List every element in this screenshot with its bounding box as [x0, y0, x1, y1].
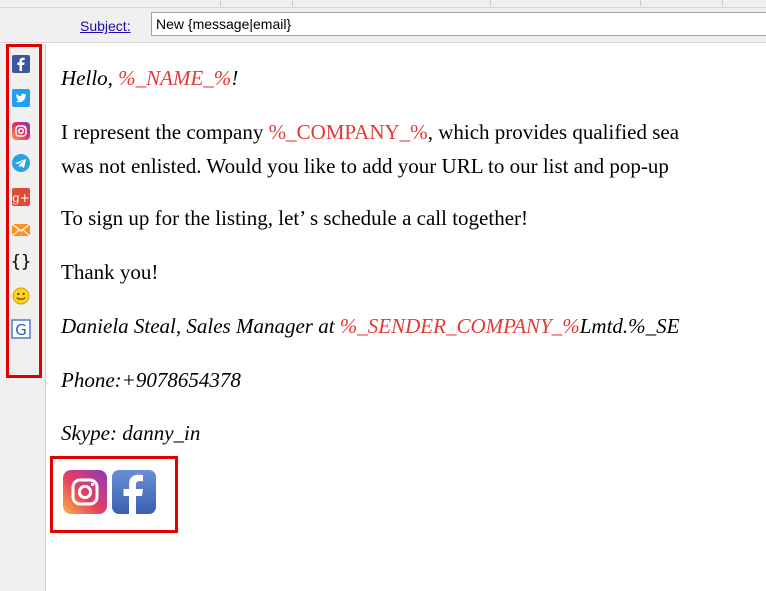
signature-rest: Lmtd.%_SE	[579, 314, 680, 338]
signature-text: Daniela Steal, Sales Manager at	[61, 314, 340, 338]
name-variable: %_NAME_%	[118, 66, 232, 90]
tab-segment[interactable]	[420, 0, 491, 6]
company-line-text: I represent the company	[61, 120, 269, 144]
tab-segment[interactable]	[0, 0, 221, 6]
toolbar-highlight-box	[6, 44, 42, 378]
thanks-line: Thank you!	[61, 260, 159, 284]
greeting-punct: !	[231, 66, 239, 90]
phone-line: Phone:+9078654378	[61, 368, 241, 392]
subject-input[interactable]	[151, 12, 766, 36]
sender-company-variable: %_SENDER_COMPANY_%	[339, 314, 580, 338]
company-line: I represent the company %_COMPANY_%, whi…	[61, 120, 679, 145]
subject-label[interactable]: Subject:	[80, 18, 131, 34]
url-line: was not enlisted. Would you like to add …	[61, 154, 669, 178]
signature-line: Daniela Steal, Sales Manager at %_SENDER…	[61, 314, 680, 339]
tab-strip	[0, 0, 766, 8]
company-variable: %_COMPANY_%	[268, 120, 428, 144]
greeting-text: Hello,	[61, 66, 119, 90]
social-icons-highlight-box	[50, 456, 178, 533]
subject-row: Subject:	[0, 8, 766, 43]
tab-segment[interactable]	[232, 0, 293, 6]
skype-line: Skype: danny_in	[61, 421, 201, 445]
signup-line: To sign up for the listing, let’ s sched…	[61, 206, 529, 230]
greeting-line: Hello, %_NAME_%!	[61, 66, 238, 91]
tab-segment[interactable]	[492, 0, 641, 6]
company-line-rest: , which provides qualified sea	[427, 120, 680, 144]
tab-segment[interactable]	[642, 0, 723, 6]
